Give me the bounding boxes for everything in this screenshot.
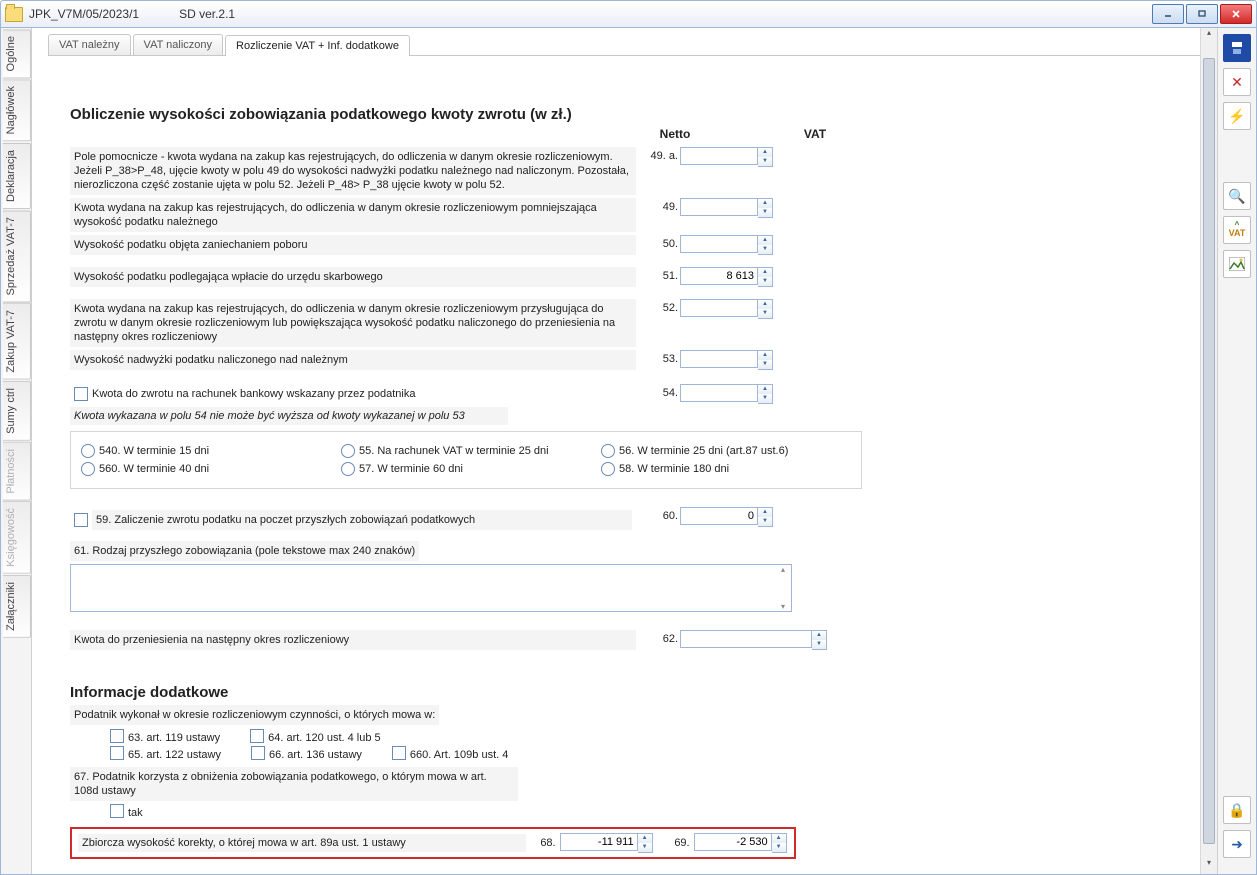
input-68[interactable]: ▲▼ (560, 833, 654, 853)
label-49: Kwota wydana na zakup kas rejestrujących… (70, 198, 636, 232)
window-titlebar: JPK_V7M/05/2023/1 SD ver.2.1 (0, 0, 1257, 28)
left-vertical-tabs: Ogólne Nagłówek Deklaracja Sprzedaż VAT-… (1, 28, 32, 874)
num-52: 52. (636, 299, 680, 314)
label-49a: Pole pomocnicze - kwota wydana na zakup … (70, 147, 636, 195)
input-60[interactable]: ▲▼ (680, 507, 782, 527)
label-52: Kwota wydana na zakup kas rejestrujących… (70, 299, 636, 347)
num-69: 69. (660, 837, 694, 849)
pin-icon[interactable]: ➜ (1223, 830, 1251, 858)
folder-icon (5, 7, 23, 22)
search-icon[interactable]: 🔍 (1223, 182, 1251, 210)
num-51: 51. (636, 267, 680, 282)
section1-title: Obliczenie wysokości zobowiązania podatk… (70, 106, 1199, 123)
row-68-69-highlight: Zbiorcza wysokość korekty, o której mowa… (70, 827, 796, 859)
checkbox-66[interactable]: 66. art. 136 ustawy (251, 746, 362, 761)
delete-icon[interactable]: ✕ (1223, 68, 1251, 96)
num-68: 68. (526, 837, 560, 849)
radio-58[interactable]: 58. W terminie 180 dni (601, 462, 851, 476)
vtab-zakup-vat7[interactable]: Zakup VAT-7 (3, 303, 31, 380)
col-vat: VAT (770, 127, 860, 141)
image-icon[interactable] (1223, 250, 1251, 278)
minimize-button[interactable] (1152, 4, 1184, 24)
input-49a[interactable]: ▲▼ (680, 147, 782, 167)
note-54: Kwota wykazana w polu 54 nie może być wy… (70, 407, 508, 425)
close-button[interactable] (1220, 4, 1252, 24)
vtab-sumy-ctrl[interactable]: Sumy ctrl (3, 381, 31, 441)
label-62: Kwota do przeniesienia na następny okres… (70, 630, 636, 650)
num-60: 60. (636, 507, 680, 522)
vtab-naglowek[interactable]: Nagłówek (3, 79, 31, 141)
row-54: Kwota do zwrotu na rachunek bankowy wska… (70, 384, 636, 404)
label-68: Zbiorcza wysokość korekty, o której mowa… (78, 834, 526, 852)
vtab-platnosci[interactable]: Płatności (3, 442, 31, 501)
tab-vat-nalezny[interactable]: VAT należny (48, 34, 131, 55)
input-54[interactable]: ▲▼ (680, 384, 782, 404)
right-toolbar: ✕ ⚡ 🔍 ^VAT 🔒 ➜ (1217, 28, 1256, 874)
num-49: 49. (636, 198, 680, 213)
lightning-icon[interactable]: ⚡ (1223, 102, 1251, 130)
textarea-61[interactable]: ▴▾ (70, 564, 792, 612)
maximize-button[interactable] (1186, 4, 1218, 24)
top-tabs: VAT należny VAT naliczony Rozliczenie VA… (48, 34, 1209, 56)
tab-vat-naliczony[interactable]: VAT naliczony (133, 34, 223, 55)
col-netto: Netto (630, 127, 720, 141)
vtab-deklaracja[interactable]: Deklaracja (3, 143, 31, 209)
radio-560[interactable]: 560. W terminie 40 dni (81, 462, 331, 476)
refund-options: 540. W terminie 15 dni 55. Na rachunek V… (70, 431, 862, 489)
vtab-ogolne[interactable]: Ogólne (3, 29, 31, 78)
vtab-zalaczniki[interactable]: Załączniki (3, 575, 31, 638)
label-54: Kwota do zwrotu na rachunek bankowy wska… (92, 387, 415, 401)
num-62: 62. (636, 630, 680, 645)
label-51: Wysokość podatku podlegająca wpłacie do … (70, 267, 636, 287)
radio-56[interactable]: 56. W terminie 25 dni (art.87 ust.6) (601, 444, 851, 458)
label-59: 59. Zaliczenie zwrotu podatku na poczet … (92, 510, 632, 530)
checkbox-59[interactable] (74, 513, 88, 527)
textarea-scroll[interactable]: ▴▾ (775, 565, 791, 611)
checkbox-65[interactable]: 65. art. 122 ustawy (110, 746, 221, 761)
vat-icon[interactable]: ^VAT (1223, 216, 1251, 244)
radio-57[interactable]: 57. W terminie 60 dni (341, 462, 591, 476)
checkbox-63[interactable]: 63. art. 119 ustawy (110, 729, 220, 744)
save-icon[interactable] (1223, 34, 1251, 62)
checkbox-tak[interactable]: tak (110, 804, 1199, 819)
input-50[interactable]: ▲▼ (680, 235, 782, 255)
label-53: Wysokość nadwyżki podatku naliczonego na… (70, 350, 636, 370)
window-title: JPK_V7M/05/2023/1 (29, 7, 139, 21)
input-51[interactable]: ▲▼ (680, 267, 782, 287)
app-version: SD ver.2.1 (179, 7, 235, 21)
label-67: 67. Podatnik korzysta z obniżenia zobowi… (70, 767, 518, 801)
label-50: Wysokość podatku objęta zaniechaniem pob… (70, 235, 636, 255)
label-61: 61. Rodzaj przyszłego zobowiązania (pole… (70, 541, 419, 561)
section2-title: Informacje dodatkowe (70, 684, 1199, 701)
radio-55[interactable]: 55. Na rachunek VAT w terminie 25 dni (341, 444, 591, 458)
vertical-scrollbar[interactable]: ▴ ▾ (1200, 28, 1217, 874)
checkbox-54[interactable] (74, 387, 88, 401)
input-62[interactable]: ▲▼ (680, 630, 836, 650)
num-50: 50. (636, 235, 680, 250)
input-53[interactable]: ▲▼ (680, 350, 782, 370)
tab-rozliczenie-vat[interactable]: Rozliczenie VAT + Inf. dodatkowe (225, 35, 410, 56)
label-podatnik: Podatnik wykonał w okresie rozliczeniowy… (70, 705, 439, 725)
checkbox-660[interactable]: 660. Art. 109b ust. 4 (392, 746, 508, 761)
checkbox-64[interactable]: 64. art. 120 ust. 4 lub 5 (250, 729, 381, 744)
num-53: 53. (636, 350, 680, 365)
num-49a: 49. a. (636, 147, 680, 162)
lock-icon[interactable]: 🔒 (1223, 796, 1251, 824)
input-49[interactable]: ▲▼ (680, 198, 782, 218)
vtab-sprzedaz-vat7[interactable]: Sprzedaż VAT-7 (3, 210, 31, 302)
num-54: 54. (636, 384, 680, 399)
input-69[interactable]: ▲▼ (694, 833, 788, 853)
column-headers: Netto VAT (70, 127, 1199, 141)
vtab-ksiegowosc[interactable]: Księgowość (3, 501, 31, 574)
input-52[interactable]: ▲▼ (680, 299, 782, 319)
radio-540[interactable]: 540. W terminie 15 dni (81, 444, 331, 458)
